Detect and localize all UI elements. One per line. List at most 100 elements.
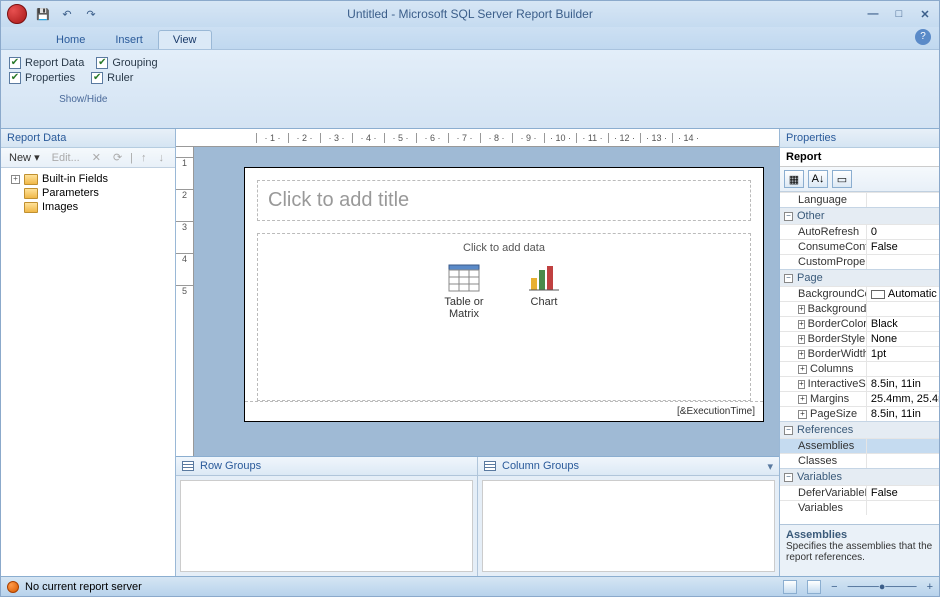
design-canvas[interactable]: Click to add title Click to add data Tab… (194, 147, 779, 456)
window-controls: — □ ✕ (865, 8, 933, 21)
folder-icon (24, 188, 38, 199)
prop-variables[interactable]: Variables (780, 501, 866, 515)
redo-button[interactable]: ↷ (81, 4, 101, 24)
properties-panel: Properties Report ▦ A↓ ▭ Language −Other… (779, 129, 939, 576)
ribbon-group-label: Show/Hide (9, 94, 158, 105)
prop-borderwidth[interactable]: +BorderWidth (780, 347, 866, 361)
content-row: Report Data New ▾ Edit... ✕ ⟳ | ↑ ↓ +Bui… (1, 129, 939, 576)
column-groups-header: Column Groups▾ (478, 457, 779, 476)
prop-margins[interactable]: +Margins (780, 392, 866, 406)
tree-builtin-fields[interactable]: +Built-in Fields (5, 172, 171, 186)
prop-customprops[interactable]: CustomProperties (780, 255, 866, 269)
prop-bordercolor[interactable]: +BorderColor (780, 317, 866, 331)
tab-home[interactable]: Home (41, 30, 100, 49)
titlebar: 💾 ↶ ↷ Untitled - Microsoft SQL Server Re… (1, 1, 939, 27)
prop-cat-other[interactable]: −Other (780, 207, 939, 224)
check-ruler[interactable]: ✔Ruler (91, 72, 133, 84)
properties-object-name: Report (780, 148, 939, 167)
categorized-button[interactable]: ▦ (784, 170, 804, 188)
folder-icon (24, 202, 38, 213)
close-button[interactable]: ✕ (917, 8, 933, 21)
title-placeholder[interactable]: Click to add title (257, 180, 751, 221)
horizontal-ruler: · 1 ·· 2 ·· 3 ·· 4 ·· 5 ·· 6 ·· 7 ·· 8 ·… (176, 129, 779, 147)
prop-bgcolor[interactable]: BackgroundColor (780, 287, 866, 301)
data-prompt: Click to add data (463, 242, 545, 254)
quick-access-toolbar: 💾 ↶ ↷ (33, 4, 101, 24)
prop-autorefresh[interactable]: AutoRefresh (780, 225, 866, 239)
movedown-button[interactable]: ↓ (155, 151, 169, 165)
ribbon-panel: ✔Report Data ✔Grouping ✔Properties ✔Rule… (1, 49, 939, 129)
preview-button[interactable] (807, 580, 821, 594)
vertical-ruler: 12345 (176, 147, 194, 456)
page-footer-expression[interactable]: [&ExecutionTime] (245, 401, 763, 421)
report-data-panel: Report Data New ▾ Edit... ✕ ⟳ | ↑ ↓ +Bui… (1, 129, 176, 576)
report-data-toolbar: New ▾ Edit... ✕ ⟳ | ↑ ↓ (1, 148, 175, 168)
chart-icon (528, 264, 560, 292)
colgroup-icon (484, 461, 496, 471)
prop-borderstyle[interactable]: +BorderStyle (780, 332, 866, 346)
design-view-button[interactable] (783, 580, 797, 594)
report-page[interactable]: Click to add title Click to add data Tab… (244, 167, 764, 422)
zoom-out-button[interactable]: − (831, 581, 837, 593)
insert-table-button[interactable]: Table or Matrix (439, 264, 489, 320)
prop-cat-page[interactable]: −Page (780, 269, 939, 286)
prop-classes[interactable]: Classes (780, 454, 866, 468)
check-grouping[interactable]: ✔Grouping (96, 57, 157, 69)
rowgroup-icon (182, 461, 194, 471)
prop-desc-text: Specifies the assemblies that the report… (786, 541, 933, 563)
app-icon[interactable] (7, 4, 27, 24)
alphabetical-button[interactable]: A↓ (808, 170, 828, 188)
prop-cat-variables[interactable]: −Variables (780, 468, 939, 485)
maximize-button[interactable]: □ (891, 8, 907, 21)
prop-cat-references[interactable]: −References (780, 421, 939, 438)
prop-defervariable[interactable]: DeferVariableEvaluation (780, 486, 866, 500)
tree-images[interactable]: Images (5, 200, 171, 214)
insert-chart-button[interactable]: Chart (519, 264, 569, 320)
row-groups-pane: Row Groups (176, 457, 478, 576)
check-report-data[interactable]: ✔Report Data (9, 57, 84, 69)
prop-consume[interactable]: ConsumeContainerWhitespace (780, 240, 866, 254)
column-groups-pane: Column Groups▾ (478, 457, 779, 576)
row-groups-header: Row Groups (176, 457, 477, 476)
ribbon-tabs: Home Insert View ? (1, 27, 939, 49)
help-button[interactable]: ? (915, 29, 931, 45)
window-title: Untitled - Microsoft SQL Server Report B… (347, 7, 593, 21)
prop-pagesize[interactable]: +PageSize (780, 407, 866, 421)
design-area: · 1 ·· 2 ·· 3 ·· 4 ·· 5 ·· 6 ·· 7 ·· 8 ·… (176, 129, 779, 576)
edit-button[interactable]: Edit... (48, 151, 84, 165)
tab-insert[interactable]: Insert (100, 30, 158, 49)
report-data-header: Report Data (1, 129, 175, 148)
tree-parameters[interactable]: Parameters (5, 186, 171, 200)
prop-language[interactable]: Language (780, 193, 866, 207)
zoom-in-button[interactable]: + (927, 581, 933, 593)
data-region-placeholder[interactable]: Click to add data Table or Matrix Chart (257, 233, 751, 401)
tab-view[interactable]: View (158, 30, 212, 49)
prop-interactivesize[interactable]: +InteractiveSize (780, 377, 866, 391)
ribbon-group-showhide: ✔Report Data ✔Grouping ✔Properties ✔Rule… (9, 54, 158, 105)
column-groups-list[interactable] (482, 480, 775, 572)
check-properties[interactable]: ✔Properties (9, 72, 75, 84)
folder-icon (24, 174, 38, 185)
prop-assemblies[interactable]: Assemblies (780, 439, 866, 453)
properties-grid[interactable]: Language −Other AutoRefresh0 ConsumeCont… (780, 192, 939, 524)
delete-button[interactable]: ✕ (88, 150, 105, 165)
prop-bgimage[interactable]: +BackgroundImage (780, 302, 866, 316)
property-pages-button[interactable]: ▭ (832, 170, 852, 188)
row-groups-list[interactable] (180, 480, 473, 572)
prop-columns[interactable]: +Columns (780, 362, 866, 376)
minimize-button[interactable]: — (865, 8, 881, 21)
app-window: 💾 ↶ ↷ Untitled - Microsoft SQL Server Re… (0, 0, 940, 597)
report-data-tree: +Built-in Fields Parameters Images (1, 168, 175, 576)
grouping-pane: Row Groups Column Groups▾ (176, 456, 779, 576)
status-text: No current report server (25, 581, 142, 593)
grouping-menu-button[interactable]: ▾ (767, 460, 773, 473)
new-button[interactable]: New ▾ (5, 150, 44, 165)
table-icon (448, 264, 480, 292)
zoom-slider[interactable]: ────●──── (848, 581, 917, 593)
properties-description: Assemblies Specifies the assemblies that… (780, 524, 939, 576)
undo-button[interactable]: ↶ (57, 4, 77, 24)
dropdown-icon: ▾ (34, 152, 40, 164)
refresh-button[interactable]: ⟳ (109, 150, 126, 165)
moveup-button[interactable]: ↑ (137, 151, 151, 165)
save-button[interactable]: 💾 (33, 4, 53, 24)
